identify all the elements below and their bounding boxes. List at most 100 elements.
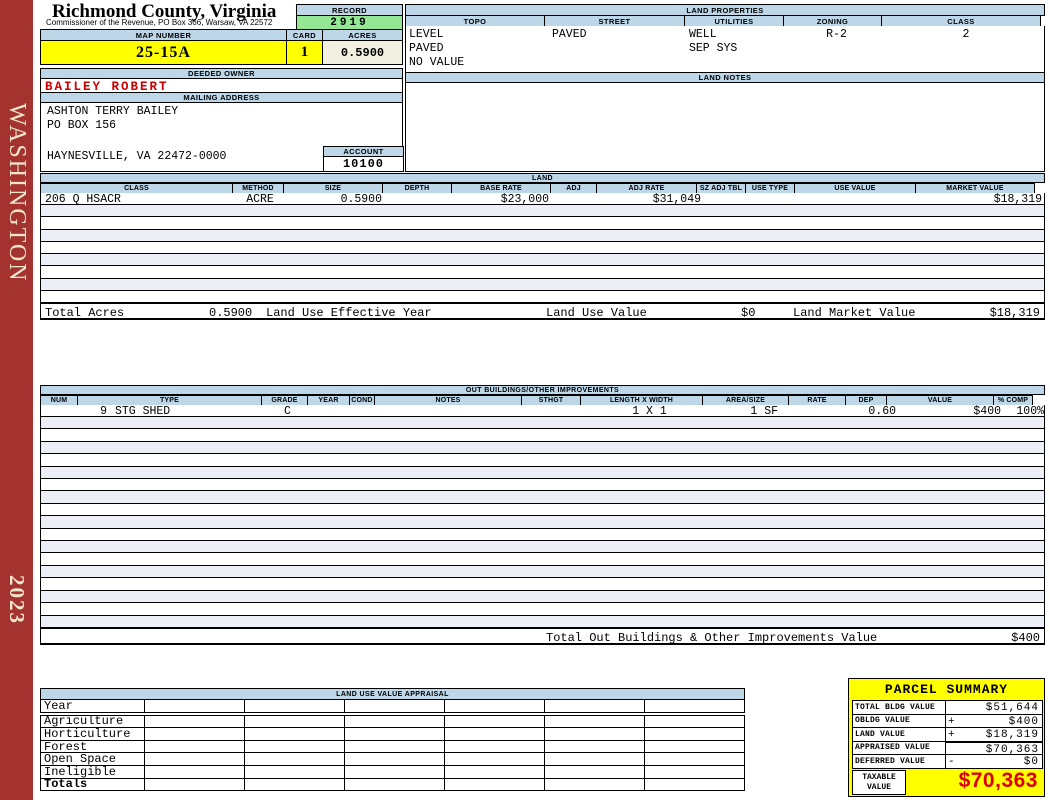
class-value: 2 (962, 28, 970, 41)
land-use-empty-cell (344, 714, 445, 729)
land-use-empty-cell (444, 699, 545, 713)
mailing-address-header: MAILING ADDRESS (40, 92, 403, 103)
topo-value: LEVEL (409, 28, 444, 41)
parcel-summary-label: APPRAISED VALUE (852, 740, 946, 755)
empty-row (41, 516, 1044, 529)
land-use-empty-cell (144, 777, 245, 792)
land-use-row-year: Year (40, 699, 745, 713)
amount: $0 (1023, 756, 1039, 768)
land-market-value-label: Land Market Value (793, 306, 916, 320)
land-totals-row: Total Acres 0.5900 Land Use Effective Ye… (40, 303, 1045, 320)
empty-row (41, 578, 1044, 591)
account-number: 10100 (323, 157, 404, 172)
empty-row (41, 454, 1044, 467)
amount: $18,319 (985, 729, 1039, 741)
parcel-summary-row: DEFERRED VALUE - $0 (852, 754, 1043, 769)
ob-length-width: 1 X 1 (632, 405, 667, 418)
total-acres-value: 0.5900 (209, 306, 253, 320)
parcel-summary-label: OBLDG VALUE (852, 713, 946, 728)
empty-row (41, 541, 1044, 554)
land-notes-header: LAND NOTES (405, 72, 1045, 83)
empty-row (41, 217, 1044, 230)
empty-row (41, 278, 1044, 291)
land-use-empty-cell (644, 739, 745, 754)
ob-pct-comp: 100% (1016, 405, 1044, 418)
taxable-value-label: TAXABLE VALUE (852, 770, 906, 795)
land-use-empty-cell (244, 739, 345, 754)
amount: $51,644 (985, 702, 1039, 714)
account-header: ACCOUNT (323, 146, 404, 157)
empty-row (41, 205, 1044, 218)
land-use-empty-cell (644, 764, 745, 779)
land-market-value-total: $18,319 (989, 306, 1040, 320)
use-value: $0 (741, 306, 756, 320)
land-use-empty-cell (344, 777, 445, 792)
use-value-label: Land Use Value (546, 306, 647, 320)
land-table: LAND CLASS METHOD SIZE DEPTH BASE RATE ADJ ADJ… (40, 173, 1045, 320)
empty-row (41, 528, 1044, 542)
empty-row (41, 590, 1044, 604)
land-use-empty-cell (244, 699, 345, 713)
land-properties-values: LEVEL PAVED NO VALUE PAVED WELL SEP SYS … (405, 26, 1045, 72)
ob-type: STG SHED (115, 405, 171, 418)
empty-row (41, 479, 1044, 492)
record-header: RECORD (296, 4, 403, 16)
land-use-empty-cell (644, 777, 745, 792)
land-use-row-forest: Forest (40, 740, 745, 754)
land-use-row-label: Year (40, 699, 145, 713)
land-use-empty-cell (544, 764, 645, 779)
parcel-summary-row: LAND VALUE + $18,319 (852, 727, 1043, 742)
land-use-empty-cell (644, 699, 745, 713)
land-use-empty-cell (344, 699, 445, 713)
property-record-card: WASHINGTON 2023 Richmond County, Virgini… (0, 0, 1050, 800)
out-buildings-table: OUT BUILDINGS/OTHER IMPROVEMENTS NUM TYPE… (40, 385, 1045, 645)
land-use-empty-cell (544, 699, 645, 713)
parcel-summary-label: LAND VALUE (852, 727, 946, 742)
mailing-address-line: PO BOX 156 (47, 119, 117, 132)
out-buildings-row: 9 STG SHED C 1 X 1 1 SF 0.60 $400 100% (40, 405, 1045, 418)
district-label: WASHINGTON (4, 103, 30, 283)
parcel-summary-rows: TOTAL BLDG VALUE $51,644 OBLDG VALUE + $400 L… (852, 700, 1043, 769)
land-use-row-agriculture: Agriculture (40, 714, 745, 729)
empty-row (41, 603, 1044, 616)
parcel-summary-value: $51,644 (945, 700, 1043, 715)
land-use-empty-cell (444, 727, 545, 741)
land-use-empty-cell (644, 727, 745, 741)
ob-dep: 0.60 (868, 405, 896, 418)
total-acres-label: Total Acres (45, 306, 125, 320)
land-use-empty-cell (544, 714, 645, 729)
map-number-value: 25-15A (40, 40, 287, 65)
land-class: 206 Q HSACR (45, 193, 121, 206)
ob-total-value: $400 (1011, 631, 1040, 645)
land-use-empty-cell (344, 764, 445, 779)
parcel-summary-value: $70,363 (945, 740, 1043, 756)
land-use-empty-cell (544, 739, 645, 754)
out-buildings-title: OUT BUILDINGS/OTHER IMPROVEMENTS (40, 385, 1045, 395)
land-use-empty-cell (244, 752, 345, 766)
land-use-empty-cell (444, 714, 545, 729)
operator-sign: - (948, 756, 955, 768)
operator-sign: + (948, 715, 955, 728)
land-size: 0.5900 (340, 193, 382, 206)
taxable-value-amount: $70,363 (958, 769, 1038, 792)
parcel-summary-value: - $0 (945, 754, 1043, 769)
land-empty-rows (40, 205, 1045, 303)
street-value: PAVED (552, 28, 587, 41)
land-use-empty-cell (444, 777, 545, 792)
sidebar: WASHINGTON 2023 (0, 0, 33, 800)
ob-value: $400 (973, 405, 1001, 418)
parcel-summary-label: TOTAL BLDG VALUE (852, 700, 946, 715)
empty-row (41, 266, 1044, 279)
land-use-empty-cell (444, 752, 545, 766)
empty-row (41, 417, 1044, 430)
parcel-summary-value: + $400 (945, 713, 1043, 728)
empty-row (41, 254, 1044, 267)
land-use-row-open-space: Open Space (40, 752, 745, 766)
land-use-empty-cell (344, 739, 445, 754)
land-use-row-ineligible: Ineligible (40, 765, 745, 779)
land-use-empty-cell (244, 777, 345, 792)
utilities-value: SEP SYS (689, 42, 738, 55)
land-use-empty-cell (144, 764, 245, 779)
land-use-empty-cell (244, 727, 345, 741)
land-use-empty-cell (144, 727, 245, 741)
